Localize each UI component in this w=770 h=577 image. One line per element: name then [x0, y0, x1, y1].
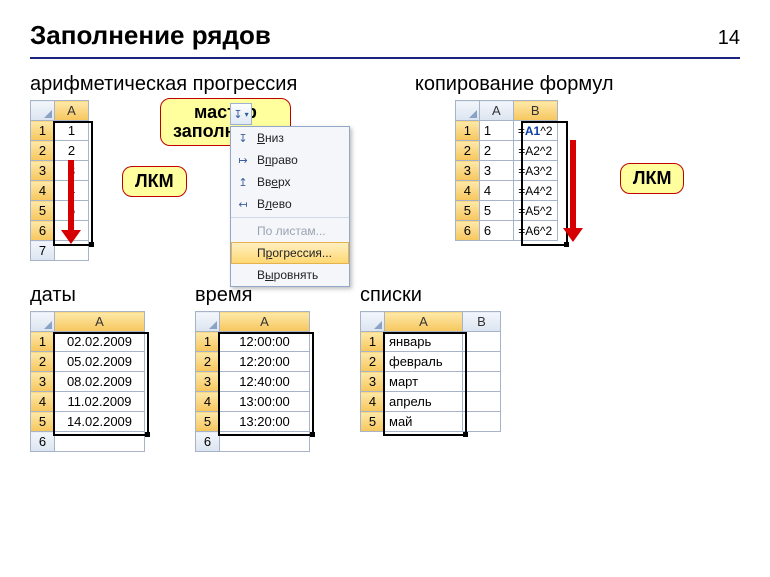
fill-handle[interactable]	[89, 242, 94, 247]
fill-handle-dates[interactable]	[145, 432, 150, 437]
fill-handle-b[interactable]	[564, 242, 569, 247]
drag-arrow	[68, 160, 74, 232]
dropdown-caret-icon: ▾	[245, 110, 249, 119]
arrow-right-icon: ↦	[235, 152, 251, 168]
arrow-down-icon: ↧	[235, 130, 251, 146]
fill-button[interactable]: ↧▾	[230, 103, 252, 125]
fill-handle-time[interactable]	[310, 432, 315, 437]
menu-item-justify[interactable]: Выровнять	[231, 264, 349, 286]
page-title: Заполнение рядов	[30, 20, 271, 51]
label-arithmetic: арифметическая прогрессия	[30, 73, 375, 96]
fill-down-arrow-icon: ↧	[233, 108, 242, 121]
time-table: A 112:00:00 212:20:00 312:40:00 413:00:0…	[195, 311, 310, 452]
callout-lkm-right: ЛКМ	[620, 163, 685, 194]
page-number: 14	[718, 27, 740, 50]
menu-item-up[interactable]: ↥Вверх	[231, 171, 349, 193]
fill-handle-lists[interactable]	[463, 432, 468, 437]
menu-item-progression[interactable]: Прогрессия...	[231, 242, 349, 264]
callout-lkm-left: ЛКМ	[122, 166, 187, 197]
label-formulas: копирование формул	[415, 73, 740, 96]
dates-table: A 102.02.2009 205.02.2009 308.02.2009 41…	[30, 311, 145, 452]
label-lists: списки	[360, 284, 501, 307]
label-time: время	[195, 284, 310, 307]
menu-item-down[interactable]: ↧Вниз	[231, 127, 349, 149]
menu-item-left[interactable]: ↤Влево	[231, 193, 349, 215]
arrow-left-icon: ↤	[235, 196, 251, 212]
drag-arrow-b	[570, 140, 576, 230]
menu-item-right[interactable]: ↦Вправо	[231, 149, 349, 171]
menu-item-sheets: По листам...	[231, 217, 349, 242]
title-underline	[30, 57, 740, 59]
formulas-table: AB 11=A1^2 22=A2^2 33=A3^2 44=A4^2 55=A5…	[455, 100, 558, 241]
lists-table: AB 1январь 2февраль 3март 4апрель 5май	[360, 311, 501, 432]
fill-menu: ↧Вниз ↦Вправо ↥Вверх ↤Влево По листам...…	[230, 126, 350, 287]
label-dates: даты	[30, 284, 145, 307]
arrow-up-icon: ↥	[235, 174, 251, 190]
